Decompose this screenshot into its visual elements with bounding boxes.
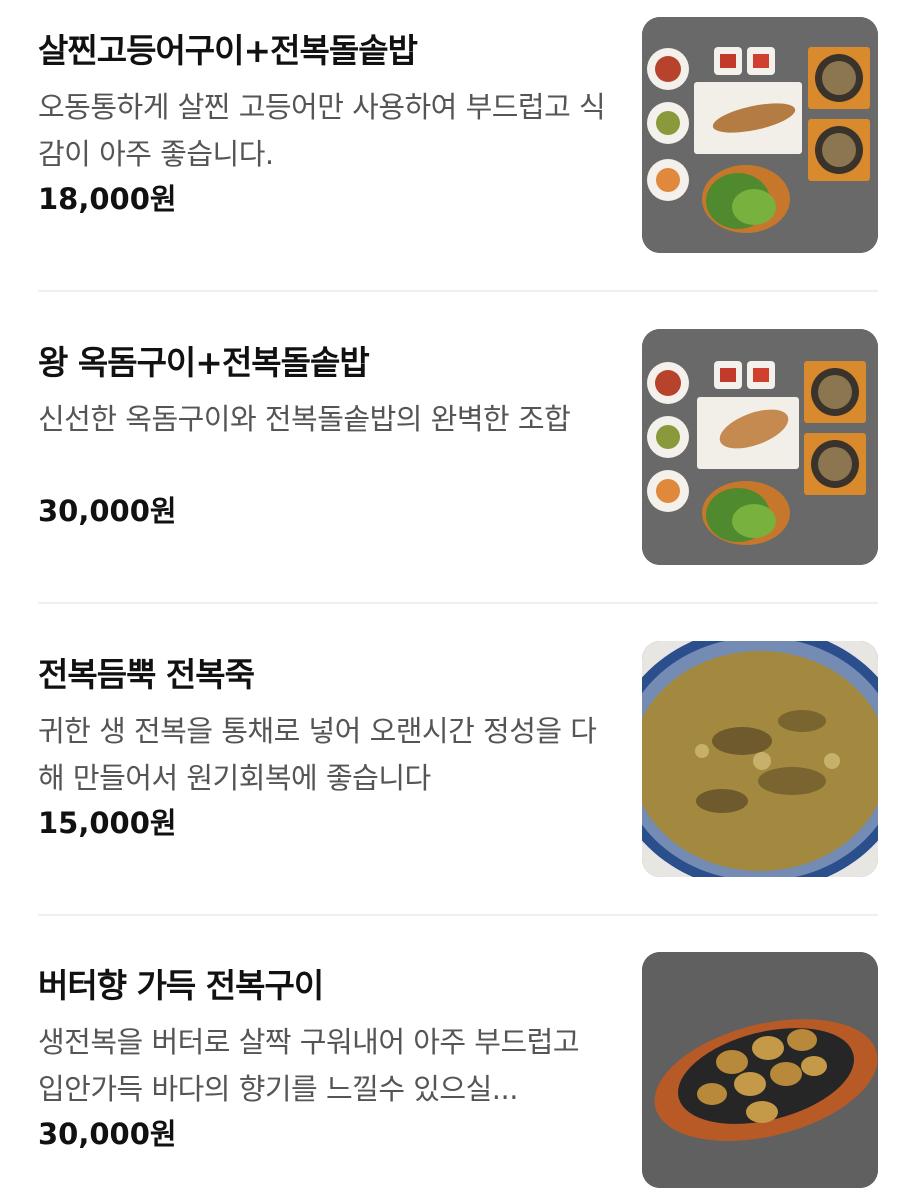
menu-item-description: 오동통하게 살찐 고등어만 사용하여 부드럽고 식감이 아주 좋습니다. — [38, 90, 606, 171]
menu-item-abalone-porridge[interactable]: 전복듬뿍 전복죽 귀한 생 전복을 통채로 넣어 오랜시간 정성을 다해 만들어… — [0, 624, 900, 936]
divider — [38, 290, 878, 292]
abalone-porridge-photo[interactable] — [642, 641, 878, 877]
menu-item-price: 15,000원 — [38, 806, 177, 840]
menu-item-description: 생전복을 버터로 살짝 구워내어 아주 부드럽고 입안가득 바다의 향기를 느낄… — [38, 1025, 580, 1106]
menu-list: 살찐고등어구이+전복돌솥밥 오동통하게 살찐 고등어만 사용하여 부드럽고 식감… — [0, 0, 900, 1198]
menu-item-price: 30,000원 — [38, 1117, 177, 1151]
menu-item-name: 왕 옥돔구이+전복돌솥밥 — [38, 343, 370, 382]
grilled-abalone-photo[interactable] — [642, 952, 878, 1188]
menu-item-price: 18,000원 — [38, 182, 177, 216]
tilefish-set-photo[interactable] — [642, 329, 878, 565]
menu-item-price: 30,000원 — [38, 494, 177, 528]
menu-item-description: 신선한 옥돔구이와 전복돌솥밥의 완벽한 조합 — [38, 402, 571, 436]
menu-item-name: 버터향 가득 전복구이 — [38, 966, 324, 1005]
menu-item-name: 살찐고등어구이+전복돌솥밥 — [38, 31, 418, 70]
divider — [38, 602, 878, 604]
menu-item-mackerel-set[interactable]: 살찐고등어구이+전복돌솥밥 오동통하게 살찐 고등어만 사용하여 부드럽고 식감… — [0, 0, 900, 312]
mackerel-set-photo[interactable] — [642, 17, 878, 253]
menu-item-tilefish-set[interactable]: 왕 옥돔구이+전복돌솥밥 신선한 옥돔구이와 전복돌솥밥의 완벽한 조합 30,… — [0, 312, 900, 624]
divider — [38, 914, 878, 916]
menu-item-grilled-abalone[interactable]: 버터향 가득 전복구이 생전복을 버터로 살짝 구워내어 아주 부드럽고 입안가… — [0, 935, 900, 1198]
menu-item-name: 전복듬뿍 전복죽 — [38, 655, 255, 694]
menu-item-description: 귀한 생 전복을 통채로 넣어 오랜시간 정성을 다해 만들어서 원기회복에 좋… — [38, 714, 597, 795]
